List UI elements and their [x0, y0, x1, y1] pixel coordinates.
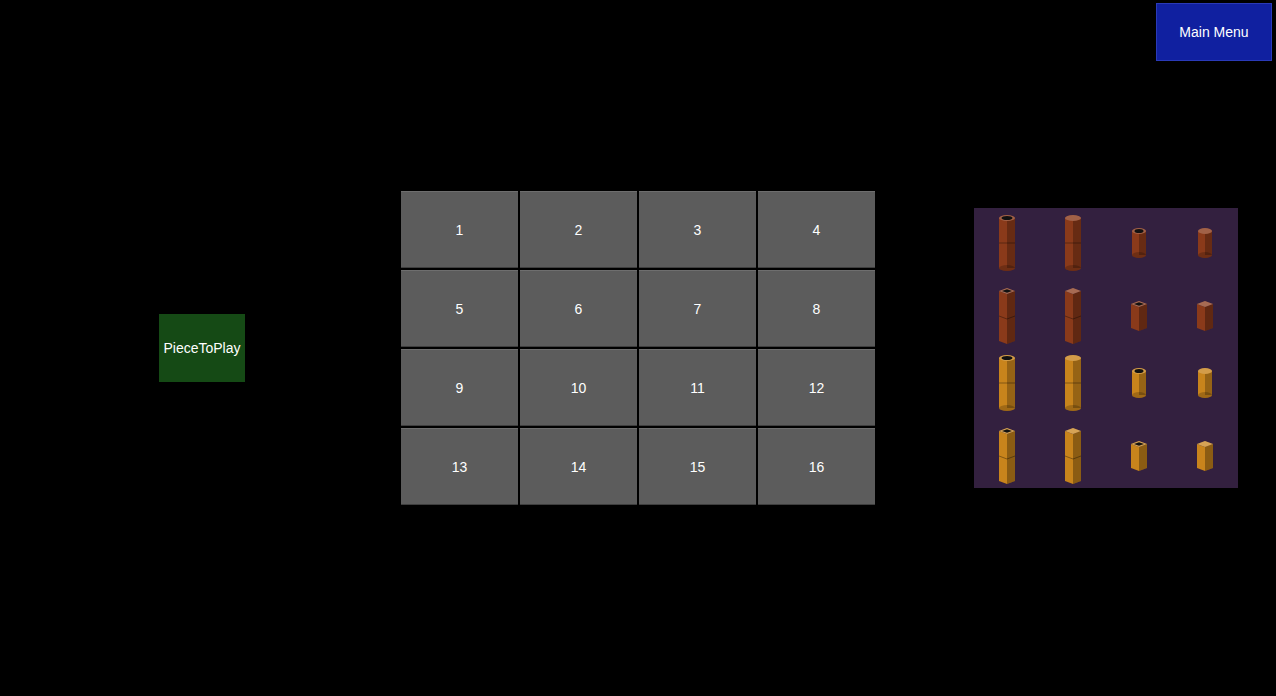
square-piece-icon	[1185, 281, 1225, 345]
board-cell[interactable]: 4	[758, 191, 875, 268]
piece[interactable]	[1106, 208, 1172, 278]
piece[interactable]	[974, 418, 1040, 488]
board-cell[interactable]: 3	[639, 191, 756, 268]
round-piece-icon	[1053, 351, 1093, 415]
piece[interactable]	[974, 348, 1040, 418]
piece[interactable]	[1040, 278, 1106, 348]
square-piece-icon	[987, 281, 1027, 345]
round-piece-icon	[1119, 211, 1159, 275]
board-cell[interactable]: 12	[758, 349, 875, 426]
square-piece-icon	[1119, 281, 1159, 345]
square-piece-icon	[1185, 421, 1225, 485]
board-cell[interactable]: 9	[401, 349, 518, 426]
round-piece-icon	[1053, 211, 1093, 275]
board-cell[interactable]: 13	[401, 428, 518, 505]
round-piece-icon	[987, 351, 1027, 415]
square-piece-icon	[987, 421, 1027, 485]
piece[interactable]	[1172, 348, 1238, 418]
board-cell[interactable]: 7	[639, 270, 756, 347]
piece[interactable]	[1040, 418, 1106, 488]
board-cell[interactable]: 5	[401, 270, 518, 347]
pieces-panel	[974, 208, 1238, 488]
piece[interactable]	[1040, 208, 1106, 278]
board-cell[interactable]: 15	[639, 428, 756, 505]
piece[interactable]	[1106, 418, 1172, 488]
piece[interactable]	[1172, 208, 1238, 278]
piece[interactable]	[974, 278, 1040, 348]
top-bar: Main Menu	[0, 0, 1276, 64]
piece[interactable]	[1040, 348, 1106, 418]
board-cell[interactable]: 14	[520, 428, 637, 505]
piece[interactable]	[974, 208, 1040, 278]
game-area: PieceToPlay12345678910111213141516	[0, 191, 1276, 505]
piece[interactable]	[1172, 418, 1238, 488]
round-piece-icon	[1185, 211, 1225, 275]
square-piece-icon	[1119, 421, 1159, 485]
board-cell[interactable]: 16	[758, 428, 875, 505]
board-cell[interactable]: 1	[401, 191, 518, 268]
piece[interactable]	[1106, 278, 1172, 348]
piece-to-play[interactable]: PieceToPlay	[159, 314, 245, 382]
board-cell[interactable]: 10	[520, 349, 637, 426]
main-menu-button[interactable]: Main Menu	[1156, 3, 1272, 61]
square-piece-icon	[1053, 281, 1093, 345]
board: 12345678910111213141516	[401, 191, 875, 505]
board-cell[interactable]: 6	[520, 270, 637, 347]
round-piece-icon	[987, 211, 1027, 275]
square-piece-icon	[1053, 421, 1093, 485]
round-piece-icon	[1119, 351, 1159, 415]
piece[interactable]	[1106, 348, 1172, 418]
board-cell[interactable]: 8	[758, 270, 875, 347]
board-cell[interactable]: 11	[639, 349, 756, 426]
piece[interactable]	[1172, 278, 1238, 348]
game-screen: Main MenuPieceToPlay12345678910111213141…	[0, 0, 1276, 696]
round-piece-icon	[1185, 351, 1225, 415]
board-cell[interactable]: 2	[520, 191, 637, 268]
